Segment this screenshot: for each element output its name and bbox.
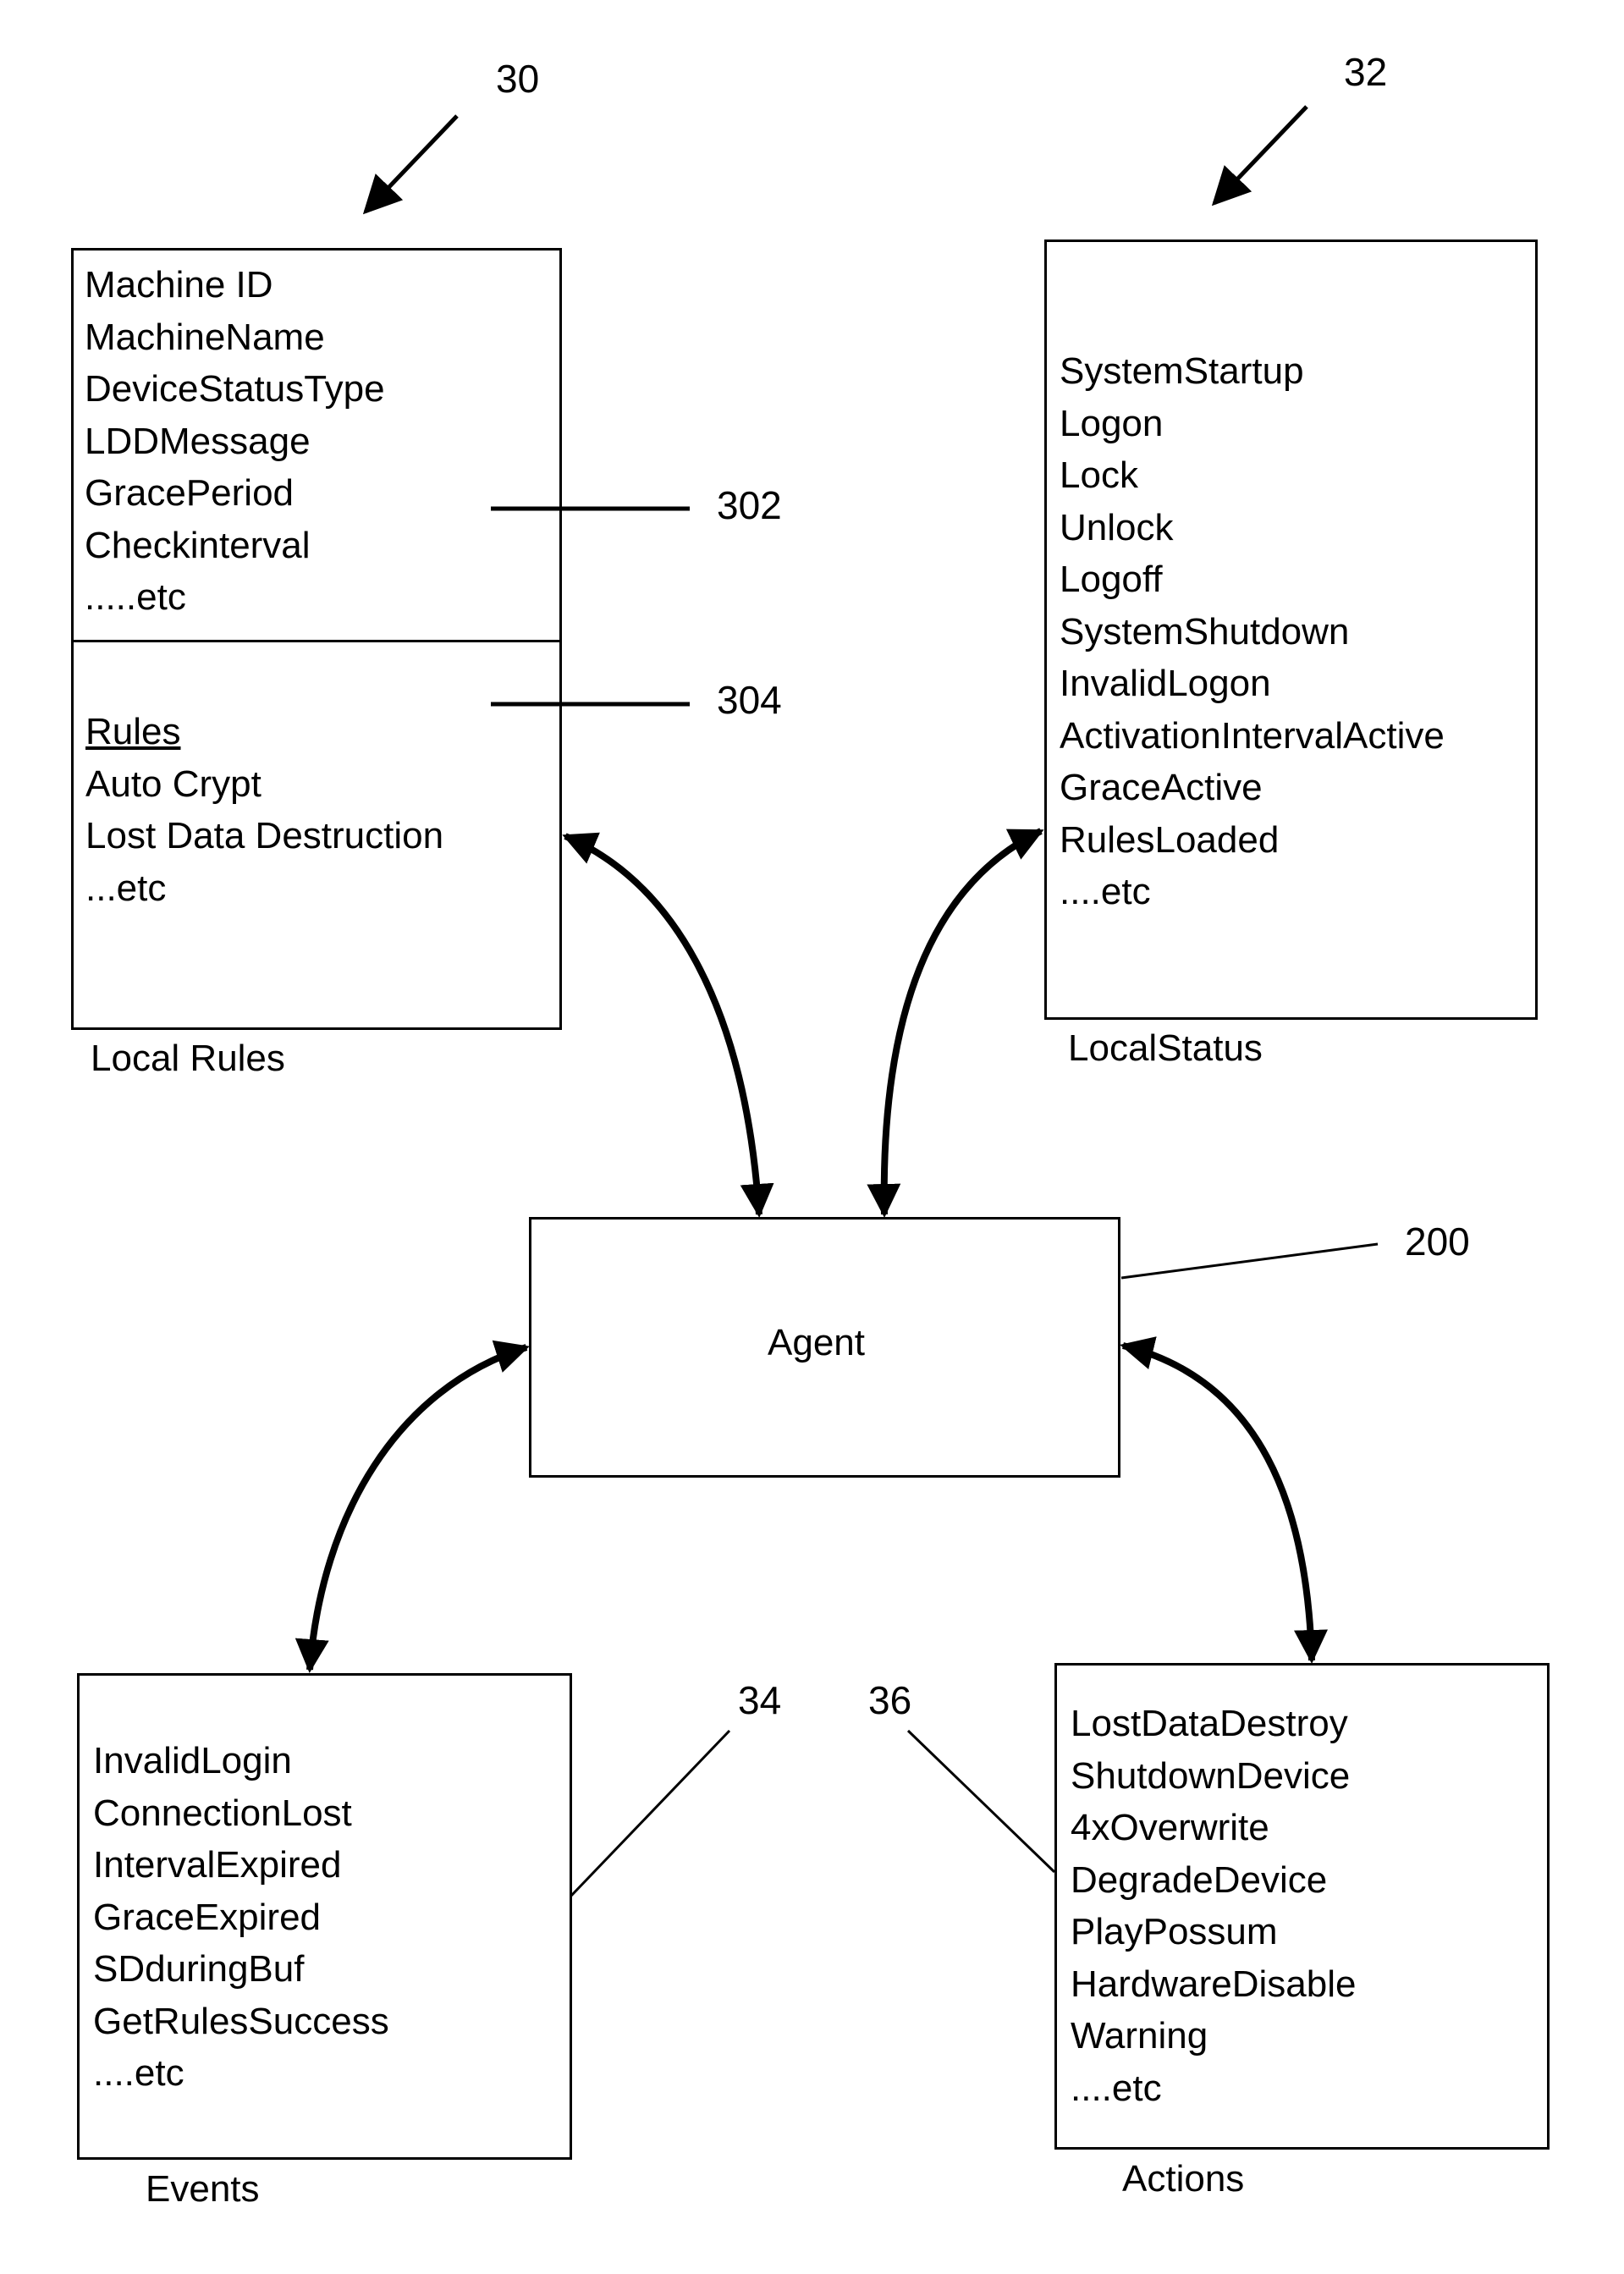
list-item: RulesLoaded — [1060, 818, 1280, 861]
events-caption: Events — [146, 2168, 260, 2210]
ref-34-label: 34 — [738, 1678, 782, 1722]
list-item: LDDMessage — [85, 420, 311, 462]
local-status-list: SystemStartup Logon Lock Unlock Logoff S… — [1060, 345, 1445, 918]
ref-32-label: 32 — [1344, 50, 1388, 94]
list-item: .....etc — [85, 576, 186, 618]
list-item: SystemStartup — [1060, 350, 1304, 392]
list-item: DeviceStatusType — [85, 368, 385, 410]
list-item: ...etc — [85, 867, 167, 909]
list-item: Checkinterval — [85, 524, 311, 566]
ref-200-label: 200 — [1405, 1220, 1470, 1264]
rules-heading: Rules — [85, 711, 181, 752]
list-item: SDduringBuf — [93, 1948, 305, 1990]
arrow-agent-actions — [1120, 1336, 1328, 1664]
ref-32-pointer-arrow — [1211, 105, 1308, 206]
ref-36-label: 36 — [868, 1678, 912, 1722]
list-item: Unlock — [1060, 506, 1174, 548]
ref-30-label: 30 — [496, 57, 540, 101]
list-item: Machine ID — [85, 264, 273, 306]
list-item: LostDataDestroy — [1071, 1703, 1348, 1744]
arrow-local-status-agent — [867, 828, 1044, 1218]
ref-302-label: 302 — [717, 483, 782, 527]
ref-30-pointer-arrow — [362, 114, 459, 215]
list-item: Auto Crypt — [85, 763, 261, 805]
list-item: ....etc — [93, 2052, 184, 2094]
section-divider — [74, 640, 559, 642]
actions-list: LostDataDestroy ShutdownDevice 4xOverwri… — [1071, 1698, 1356, 2114]
local-status-caption: LocalStatus — [1068, 1027, 1263, 1069]
list-item: ShutdownDevice — [1071, 1754, 1351, 1797]
ref-200-leader-line — [1120, 1242, 1379, 1280]
list-item: ActivationIntervalActive — [1060, 714, 1445, 757]
ref-36-leader-line — [906, 1729, 1056, 1874]
arrow-agent-events — [295, 1340, 530, 1673]
list-item: GraceExpired — [93, 1896, 322, 1938]
arrow-local-rules-agent — [562, 832, 774, 1218]
list-item: ....etc — [1071, 2067, 1162, 2109]
list-item: DegradeDevice — [1071, 1858, 1328, 1901]
ref-304-label: 304 — [717, 678, 782, 722]
list-item: Logoff — [1060, 559, 1163, 600]
list-item: Warning — [1071, 2015, 1208, 2057]
list-item: HardwareDisable — [1071, 1963, 1357, 2005]
list-item: IntervalExpired — [93, 1844, 342, 1886]
list-item: ConnectionLost — [93, 1792, 352, 1834]
list-item: MachineName — [85, 316, 325, 358]
local-rules-rules-list: Rules Auto Crypt Lost Data Destruction .… — [85, 706, 443, 914]
events-list: InvalidLogin ConnectionLost IntervalExpi… — [93, 1735, 389, 2100]
local-rules-parameter-list: Machine ID MachineName DeviceStatusType … — [85, 259, 385, 624]
list-item: GetRulesSuccess — [93, 2000, 389, 2042]
list-item: Lost Data Destruction — [85, 815, 444, 856]
list-item: GracePeriod — [85, 472, 295, 514]
list-item: 4xOverwrite — [1071, 1807, 1269, 1848]
patent-figure: 30 32 302 304 200 34 36 Machine ID Machi… — [0, 0, 1624, 2274]
ref-34-leader-line — [570, 1729, 731, 1897]
list-item: Logon — [1060, 402, 1164, 444]
list-item: SystemShutdown — [1060, 610, 1350, 652]
list-item: PlayPossum — [1071, 1911, 1278, 1952]
agent-label: Agent — [768, 1322, 865, 1363]
list-item: Lock — [1060, 454, 1138, 496]
list-item: InvalidLogon — [1060, 663, 1271, 704]
list-item: ....etc — [1060, 871, 1151, 912]
actions-caption: Actions — [1122, 2158, 1245, 2200]
local-rules-caption: Local Rules — [91, 1038, 285, 1079]
list-item: GraceActive — [1060, 767, 1263, 808]
list-item: InvalidLogin — [93, 1740, 292, 1781]
